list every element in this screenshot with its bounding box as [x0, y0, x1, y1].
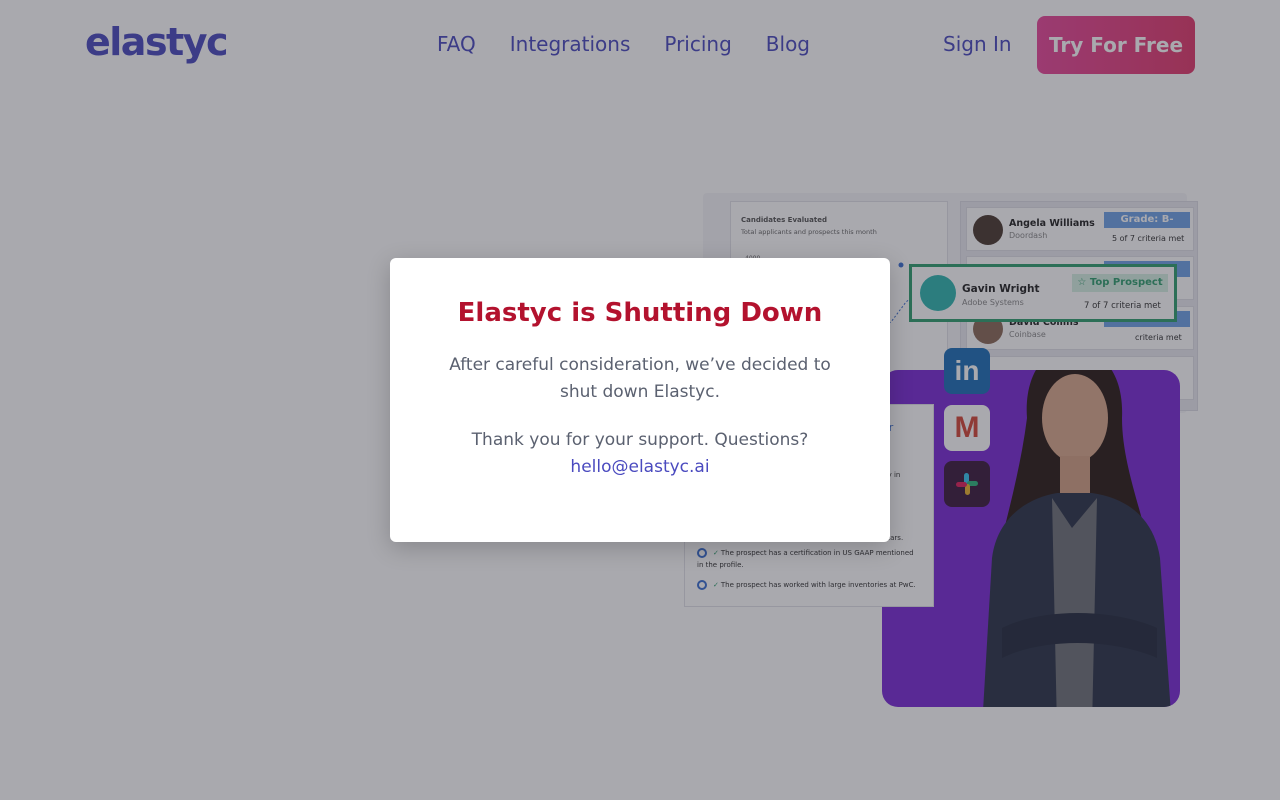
modal-message: After careful consideration, we’ve decid… [449, 355, 831, 402]
shutdown-modal: Elastyc is Shutting Down After careful c… [390, 258, 890, 542]
contact-email-link[interactable]: hello@elastyc.ai [448, 454, 832, 481]
modal-question: Thank you for your support. Questions? [471, 430, 809, 450]
modal-title: Elastyc is Shutting Down [457, 298, 823, 328]
